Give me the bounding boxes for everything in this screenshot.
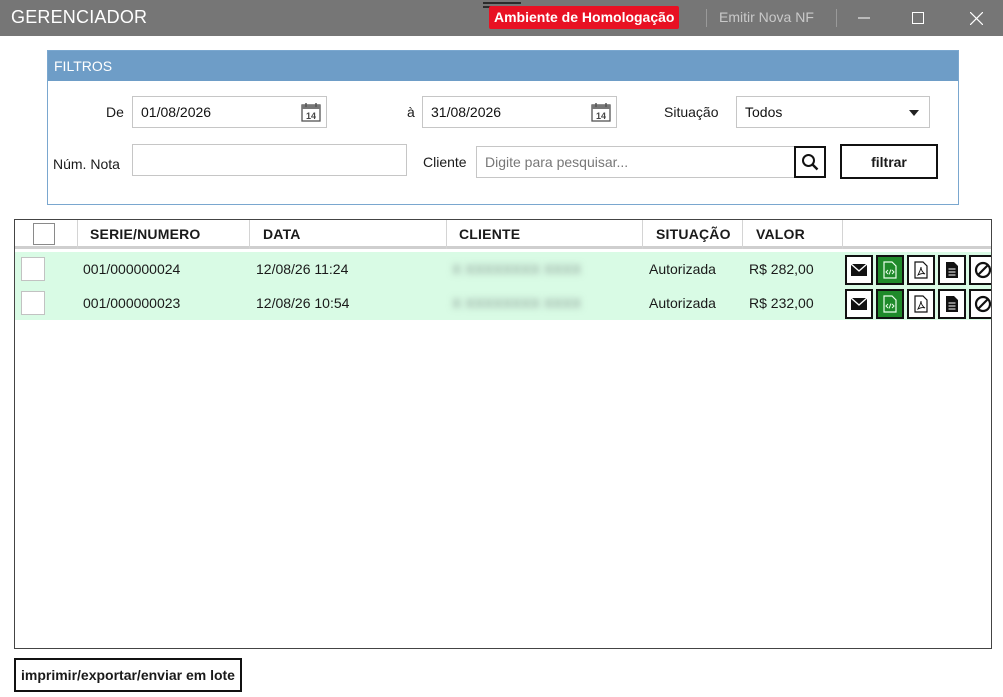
xml-button[interactable]: [876, 289, 904, 319]
date-to-value: 31/08/2026: [431, 104, 502, 120]
header-valor[interactable]: VALOR: [756, 226, 805, 242]
cliente-search-input[interactable]: Digite para pesquisar...: [476, 146, 796, 178]
cell-serie: 001/000000024: [83, 261, 181, 277]
xml-file-icon: [883, 295, 897, 313]
send-email-button[interactable]: [845, 289, 873, 319]
column-separator: [642, 220, 643, 249]
pdf-file-icon: [914, 295, 928, 313]
maximize-button[interactable]: [895, 0, 941, 36]
document-icon: [946, 296, 958, 312]
date-from-input[interactable]: 01/08/2026 14: [132, 96, 327, 128]
cancel-icon: [974, 295, 991, 313]
cell-situacao: Autorizada: [649, 295, 716, 311]
chevron-down-icon: [909, 110, 919, 116]
date-from-value: 01/08/2026: [141, 104, 212, 120]
cell-data: 12/08/26 11:24: [256, 261, 349, 277]
cancel-button[interactable]: [969, 289, 991, 319]
header-serie-numero[interactable]: SERIE/NUMERO: [90, 226, 201, 242]
cliente-placeholder: Digite para pesquisar...: [485, 154, 629, 170]
grid-header: SERIE/NUMERO DATA CLIENTE SITUAÇÃO VALOR: [15, 220, 991, 249]
minimize-button[interactable]: [841, 0, 887, 36]
title-bar: GERENCIADOR Ambiente de Homologação Emit…: [0, 0, 1003, 36]
calendar-icon[interactable]: 14: [590, 101, 612, 123]
pdf-button[interactable]: [907, 289, 935, 319]
document-icon: [946, 262, 958, 278]
cell-data: 12/08/26 10:54: [256, 295, 350, 311]
search-icon: [802, 154, 819, 171]
cell-serie: 001/000000023: [83, 295, 181, 311]
select-all-checkbox[interactable]: [33, 223, 55, 245]
svg-text:14: 14: [596, 111, 606, 121]
header-cliente[interactable]: CLIENTE: [459, 226, 520, 242]
emit-new-nf-link[interactable]: Emitir Nova NF: [719, 9, 814, 25]
column-separator: [77, 220, 78, 249]
row-checkbox[interactable]: [21, 257, 45, 281]
cell-cliente: X XXXXXXXX XXXX: [452, 261, 582, 277]
filters-header: FILTROS: [48, 51, 958, 81]
cliente-label: Cliente: [423, 154, 467, 170]
num-nota-input[interactable]: [132, 144, 407, 176]
cancel-button[interactable]: [969, 255, 991, 285]
situacao-label: Situação: [664, 104, 719, 120]
app-title: GERENCIADOR: [11, 7, 148, 27]
date-to-input[interactable]: 31/08/2026 14: [422, 96, 617, 128]
column-separator: [249, 220, 250, 249]
xml-button[interactable]: [876, 255, 904, 285]
cell-valor: R$ 282,00: [749, 261, 814, 277]
cell-valor: R$ 232,00: [749, 295, 814, 311]
bulk-print-export-send-button[interactable]: imprimir/exportar/enviar em lote: [14, 658, 242, 692]
search-button[interactable]: [794, 146, 826, 178]
ate-label: à: [407, 104, 415, 120]
table-row[interactable]: 001/000000023 12/08/26 10:54 X XXXXXXXX …: [15, 286, 991, 320]
svg-text:14: 14: [306, 111, 316, 121]
pdf-button[interactable]: [907, 255, 935, 285]
filters-panel: FILTROS De 01/08/2026 14 à 31/08/2026 14…: [47, 50, 959, 205]
document-button[interactable]: [938, 255, 966, 285]
situacao-value: Todos: [745, 104, 783, 120]
column-separator: [742, 220, 743, 249]
pdf-file-icon: [914, 261, 928, 279]
cancel-icon: [974, 261, 991, 279]
row-checkbox[interactable]: [21, 291, 45, 315]
envelope-icon: [851, 264, 867, 276]
cell-cliente: X XXXXXXXX XXXX: [452, 295, 582, 311]
num-nota-label: Núm. Nota: [53, 156, 120, 172]
separator: [706, 9, 707, 27]
column-separator: [446, 220, 447, 249]
situacao-select[interactable]: Todos: [736, 96, 930, 128]
table-row[interactable]: 001/000000024 12/08/26 11:24 X XXXXXXXX …: [15, 252, 991, 286]
minimize-icon: [858, 17, 870, 19]
separator: [836, 9, 837, 27]
calendar-icon[interactable]: 14: [300, 101, 322, 123]
document-button[interactable]: [938, 289, 966, 319]
cell-situacao: Autorizada: [649, 261, 716, 277]
header-situacao[interactable]: SITUAÇÃO: [656, 226, 731, 242]
column-separator: [842, 220, 843, 249]
maximize-icon: [912, 12, 924, 24]
send-email-button[interactable]: [845, 255, 873, 285]
xml-file-icon: [883, 261, 897, 279]
de-label: De: [106, 104, 124, 120]
close-button[interactable]: [953, 0, 999, 36]
envelope-icon: [851, 298, 867, 310]
close-icon: [969, 11, 983, 25]
filter-button[interactable]: filtrar: [840, 144, 938, 179]
environment-badge: Ambiente de Homologação: [489, 6, 680, 29]
header-data[interactable]: DATA: [263, 226, 301, 242]
invoice-grid: SERIE/NUMERO DATA CLIENTE SITUAÇÃO VALOR…: [14, 219, 992, 649]
